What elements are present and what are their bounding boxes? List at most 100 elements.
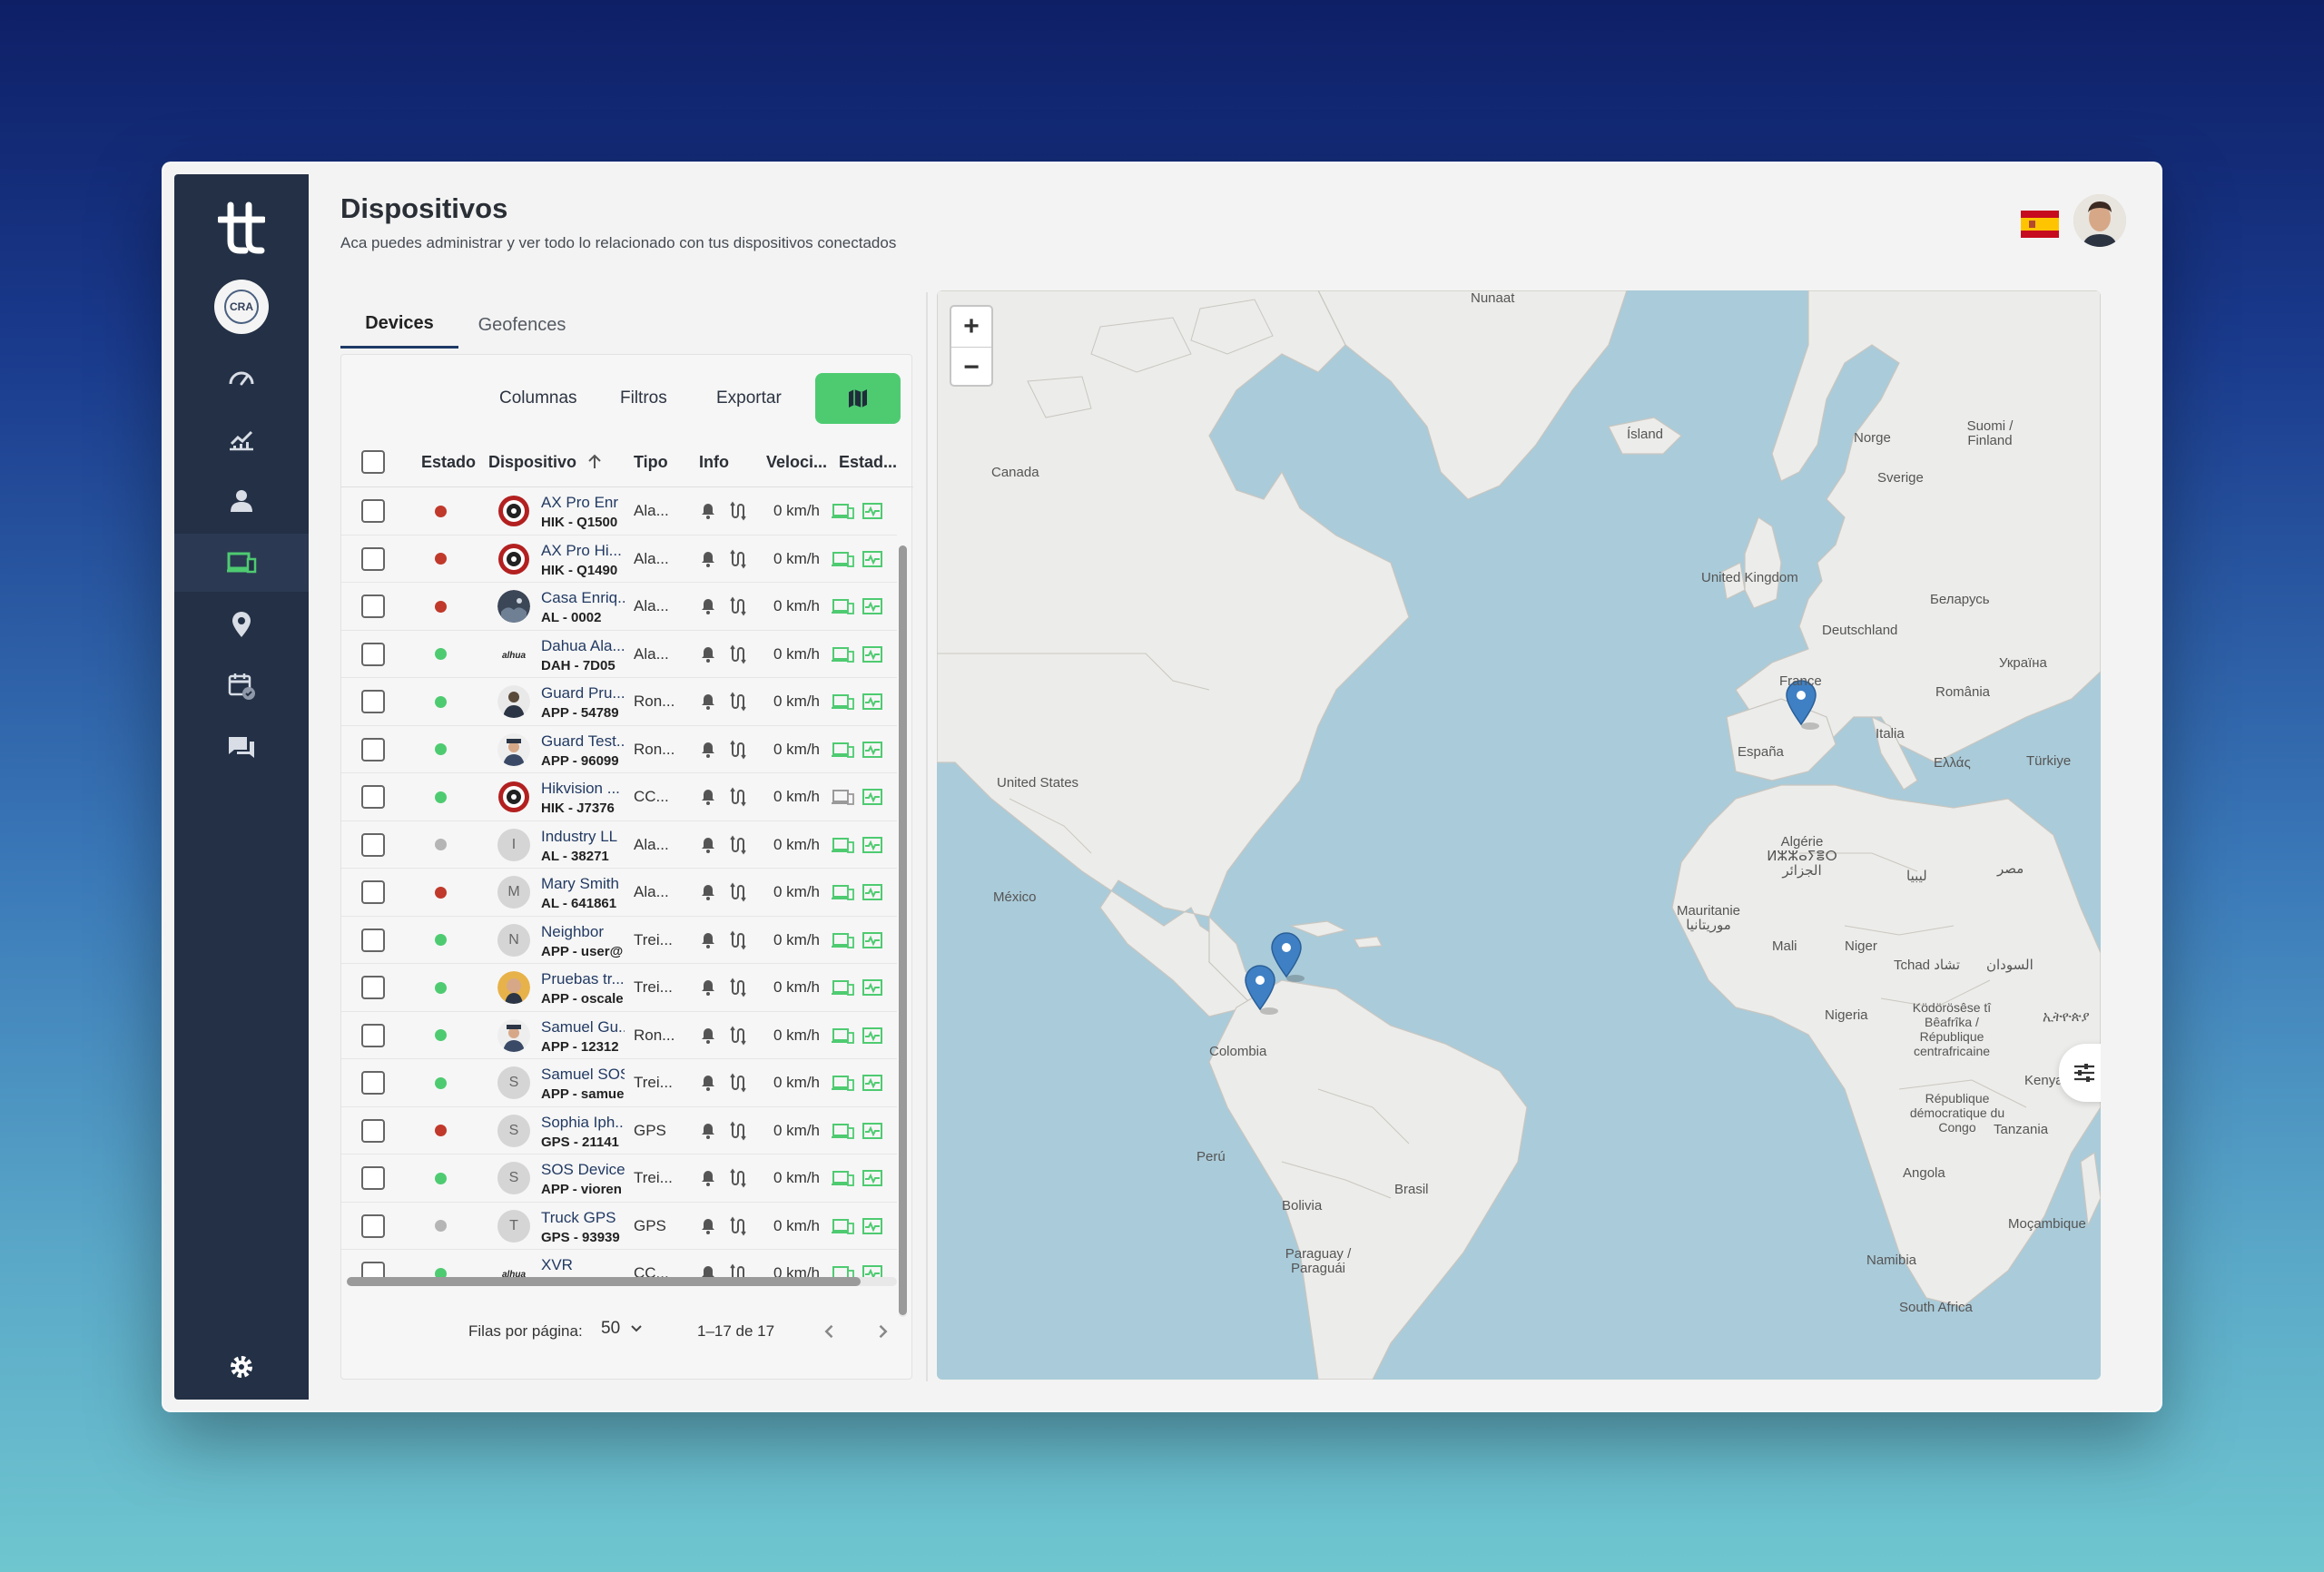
bell-icon[interactable] (699, 678, 717, 725)
bell-icon[interactable] (699, 1203, 717, 1250)
device-name[interactable]: AX Pro Enr (541, 493, 625, 513)
table-row[interactable]: S Samuel SOS APP - samue Trei... 0 km/h (341, 1059, 897, 1107)
device-name[interactable]: Industry LL (541, 827, 625, 847)
header-speed[interactable]: Veloci... (766, 437, 827, 487)
bell-icon[interactable] (699, 1059, 717, 1106)
device-name-cell[interactable]: Guard Pru... APP - 54789 (541, 683, 625, 723)
zoom-out-button[interactable]: − (951, 347, 991, 387)
route-icon[interactable] (728, 1154, 748, 1202)
app-logo[interactable] (216, 201, 267, 254)
tab-geofences[interactable]: Geofences (468, 301, 576, 349)
table-row[interactable]: Guard Pru... APP - 54789 Ron... 0 km/h (341, 678, 897, 726)
device-name[interactable]: SOS Device (541, 1160, 625, 1180)
device-name[interactable]: Casa Enriq... (541, 588, 625, 608)
device-name-cell[interactable]: Industry LL AL - 38271 (541, 827, 625, 867)
route-icon[interactable] (728, 1059, 748, 1106)
next-page-button[interactable] (873, 1322, 891, 1341)
bell-icon[interactable] (699, 869, 717, 916)
route-icon[interactable] (728, 487, 748, 535)
route-icon[interactable] (728, 1012, 748, 1059)
row-checkbox[interactable] (361, 869, 385, 916)
rows-per-page-select[interactable]: 50 (601, 1319, 644, 1339)
device-name[interactable]: Guard Test... (541, 732, 625, 752)
user-avatar[interactable] (2073, 194, 2126, 247)
horizontal-scrollbar[interactable] (347, 1277, 897, 1286)
map-view-button[interactable] (815, 373, 901, 424)
route-icon[interactable] (728, 869, 748, 916)
device-name[interactable]: Samuel SOS (541, 1065, 625, 1085)
bell-icon[interactable] (699, 773, 717, 820)
route-icon[interactable] (728, 964, 748, 1011)
route-icon[interactable] (728, 631, 748, 678)
route-icon[interactable] (728, 535, 748, 583)
bell-icon[interactable] (699, 1012, 717, 1059)
route-icon[interactable] (728, 917, 748, 964)
device-name-cell[interactable]: Truck GPS GPS - 93939 (541, 1208, 625, 1248)
spain-flag-icon[interactable] (2021, 211, 2059, 238)
device-name-cell[interactable]: Samuel SOS APP - samue (541, 1065, 625, 1105)
bell-icon[interactable] (699, 583, 717, 630)
tab-devices[interactable]: Devices (340, 301, 458, 349)
row-checkbox[interactable] (361, 726, 385, 773)
sidebar-item-locations[interactable] (174, 595, 309, 653)
device-name-cell[interactable]: Neighbor APP - user@ (541, 922, 625, 962)
device-name[interactable]: Pruebas tr... (541, 969, 625, 989)
header-device[interactable]: Dispositivo (488, 437, 604, 487)
map-view[interactable]: + − Nunaat Ísland Canada Norge Suomi / F… (937, 290, 2101, 1380)
columns-button[interactable]: Columnas (499, 380, 577, 417)
device-name[interactable]: Sophia Iph... (541, 1113, 625, 1133)
row-checkbox[interactable] (361, 1107, 385, 1154)
sidebar-item-messages[interactable] (174, 719, 309, 777)
row-checkbox[interactable] (361, 487, 385, 535)
export-button[interactable]: Exportar (716, 380, 782, 417)
device-name-cell[interactable]: Mary Smith AL - 641861 (541, 874, 625, 914)
settings-button[interactable] (174, 1338, 309, 1396)
table-row[interactable]: T Truck GPS GPS - 93939 GPS 0 km/h (341, 1203, 897, 1250)
row-checkbox[interactable] (361, 1203, 385, 1250)
bell-icon[interactable] (699, 726, 717, 773)
table-row[interactable]: Hikvision ... HIK - J7376 CC... 0 km/h (341, 773, 897, 821)
table-row[interactable]: Pruebas tr... APP - oscale Trei... 0 km/h (341, 964, 897, 1012)
row-checkbox[interactable] (361, 821, 385, 869)
table-row[interactable]: AX Pro Hi... HIK - Q1490 Ala... 0 km/h (341, 535, 897, 583)
colombia-marker-1[interactable] (1271, 932, 1305, 982)
row-checkbox[interactable] (361, 631, 385, 678)
organization-avatar[interactable]: CRA (214, 280, 269, 334)
device-name[interactable]: AX Pro Hi... (541, 541, 625, 561)
previous-page-button[interactable] (821, 1322, 839, 1341)
bell-icon[interactable] (699, 487, 717, 535)
table-row[interactable]: alhua Dahua Ala... DAH - 7D05 Ala... 0 km/h (341, 631, 897, 678)
device-name[interactable]: Neighbor (541, 922, 625, 942)
sidebar-item-analytics[interactable] (174, 410, 309, 468)
device-name-cell[interactable]: AX Pro Enr HIK - Q1500 (541, 493, 625, 533)
table-row[interactable]: Guard Test... APP - 96099 Ron... 0 km/h (341, 726, 897, 773)
header-status[interactable]: Estado (421, 437, 476, 487)
filters-button[interactable]: Filtros (620, 380, 667, 417)
table-row[interactable]: Samuel Gu... APP - 12312 Ron... 0 km/h (341, 1012, 897, 1059)
sidebar-item-schedule[interactable] (174, 657, 309, 715)
route-icon[interactable] (728, 773, 748, 820)
device-name[interactable]: Truck GPS (541, 1208, 625, 1228)
bell-icon[interactable] (699, 535, 717, 583)
device-name[interactable]: Hikvision ... (541, 779, 625, 799)
device-name-cell[interactable]: AX Pro Hi... HIK - Q1490 (541, 541, 625, 581)
table-row[interactable]: Casa Enriq... AL - 0002 Ala... 0 km/h (341, 583, 897, 631)
device-name-cell[interactable]: Dahua Ala... DAH - 7D05 (541, 636, 625, 676)
route-icon[interactable] (728, 583, 748, 630)
header-state[interactable]: Estad... (839, 437, 897, 487)
device-name[interactable]: XVR (541, 1255, 625, 1275)
route-icon[interactable] (728, 726, 748, 773)
row-checkbox[interactable] (361, 964, 385, 1011)
table-row[interactable]: I Industry LL AL - 38271 Ala... 0 km/h (341, 821, 897, 869)
header-type[interactable]: Tipo (634, 437, 668, 487)
device-name-cell[interactable]: Casa Enriq... AL - 0002 (541, 588, 625, 628)
row-checkbox[interactable] (361, 678, 385, 725)
table-row[interactable]: S SOS Device APP - vioren Trei... 0 km/h (341, 1154, 897, 1203)
route-icon[interactable] (728, 678, 748, 725)
row-checkbox[interactable] (361, 917, 385, 964)
table-row[interactable]: S Sophia Iph... GPS - 21141 GPS 0 km/h (341, 1107, 897, 1154)
row-checkbox[interactable] (361, 1154, 385, 1202)
device-name-cell[interactable]: Hikvision ... HIK - J7376 (541, 779, 625, 819)
device-name-cell[interactable]: SOS Device APP - vioren (541, 1160, 625, 1200)
device-name-cell[interactable]: Samuel Gu... APP - 12312 (541, 1017, 625, 1057)
